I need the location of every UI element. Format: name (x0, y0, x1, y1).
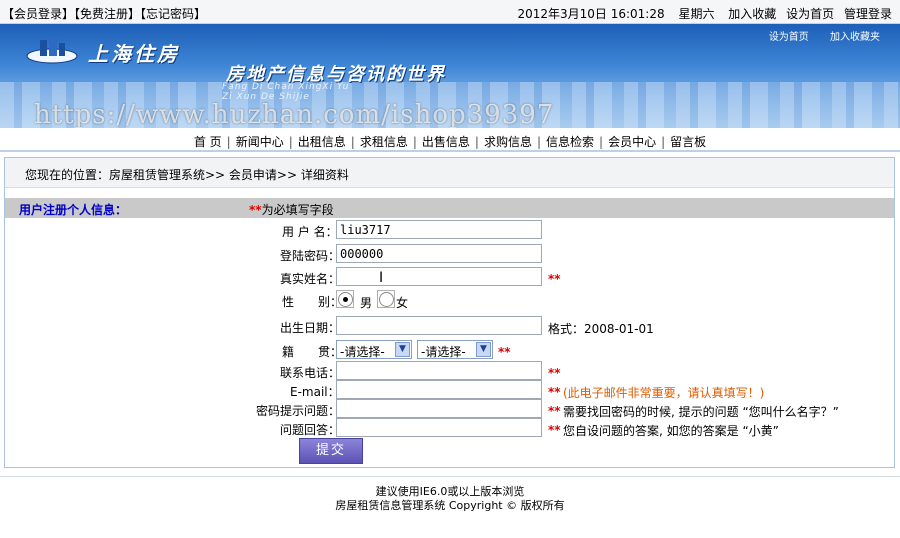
realname-label: 真实姓名： (280, 272, 341, 286)
email-label: E-mail： (290, 385, 340, 399)
watermark-text: https://www.huzhan.com/ishop39397 (34, 100, 555, 128)
nav-separator: | (536, 135, 542, 149)
nav-search[interactable]: 信息检索 (546, 135, 594, 149)
top-right: 2012年3月10日 16:01:28 星期六 加入收藏 设为首页 管理登录 (507, 5, 892, 22)
required-note: **为必填写字段 (249, 201, 334, 218)
text-cursor-icon: I (379, 270, 384, 286)
nav-seek-rent[interactable]: 求租信息 (360, 135, 408, 149)
building-logo-icon (26, 37, 78, 64)
password-row: 登陆密码： 000000 (5, 244, 894, 264)
email-row: E-mail： ** (此电子邮件非常重要，请认真填写！) (5, 380, 894, 400)
footer: 建议使用IE6.0或以上版本浏览 房屋租赁信息管理系统 Copyright © … (0, 476, 900, 512)
birthday-row: 出生日期： 格式：2008-01-01 (5, 316, 894, 336)
header-banner: 上海住房 设为首页 加入收藏夹 房地产信息与咨讯的世界 Fang Di Chan… (0, 24, 900, 128)
nav-separator: | (412, 135, 417, 149)
question-required: ** (548, 404, 561, 418)
top-bar: 【会员登录】【免费注册】【忘记密码】 2012年3月10日 16:01:28 星… (0, 0, 900, 24)
nav-seek-buy[interactable]: 求购信息 (484, 135, 532, 149)
submit-button[interactable]: 提交 (299, 438, 363, 464)
realname-required: ** (548, 272, 561, 286)
nav-news[interactable]: 新闻中心 (236, 135, 284, 149)
nav-separator: | (288, 135, 293, 149)
gender-male-label: 男 (360, 296, 373, 310)
datetime-text: 2012年3月10日 16:01:28 (517, 7, 665, 21)
footer-copyright: 房屋租赁信息管理系统 Copyright © 版权所有 (335, 499, 565, 512)
origin-label: 籍 贯： (282, 345, 343, 359)
gender-male-radio[interactable] (338, 292, 353, 307)
nav-home[interactable]: 首 页 (194, 135, 222, 149)
logo-name: 上海住房 (88, 42, 180, 66)
password-label: 登陆密码： (280, 249, 341, 263)
question-label: 密码提示问题： (256, 404, 341, 418)
breadcrumb-prefix: 您现在的位置： (25, 168, 110, 182)
section-title: 用户注册个人信息： (19, 203, 128, 217)
answer-label: 问题回答： (280, 423, 341, 437)
birthday-format-hint: 格式：2008-01-01 (548, 322, 654, 336)
nav-separator: | (661, 135, 666, 149)
chevron-down-icon: ▼ (476, 342, 491, 357)
required-mark: ** (249, 203, 262, 217)
breadcrumb: 您现在的位置： 房屋租赁管理系统>> 会员申请>> 详细资料 (5, 158, 894, 188)
question-input[interactable] (336, 399, 542, 418)
banner-add-fav-link[interactable]: 加入收藏夹 (830, 32, 880, 43)
gender-female-radio[interactable] (379, 292, 394, 307)
account-links: 【会员登录】【免费注册】【忘记密码】 (2, 5, 206, 22)
member-login-link[interactable]: 【会员登录】 (2, 7, 74, 21)
nav-member-center[interactable]: 会员中心 (608, 135, 656, 149)
nav-separator: | (474, 135, 479, 149)
set-homepage-link[interactable]: 设为首页 (786, 7, 834, 21)
add-favorite-link[interactable]: 加入收藏 (728, 7, 776, 21)
section-header: 用户注册个人信息： **为必填写字段 (5, 198, 894, 218)
question-row: 密码提示问题： ** 需要找回密码的时候, 提示的问题 “您叫什么名字？” (5, 399, 894, 419)
email-input[interactable] (336, 380, 542, 399)
phone-input[interactable] (336, 361, 542, 380)
gender-female-label: 女 (396, 296, 409, 310)
chevron-down-icon: ▼ (395, 342, 410, 357)
required-note-text: 为必填写字段 (261, 203, 334, 217)
city-selected-value: -请选择- (421, 345, 466, 359)
username-input[interactable]: liu3717 (336, 220, 542, 239)
email-required: ** (548, 385, 561, 399)
gender-label: 性 别： (282, 295, 343, 309)
footer-browser-note: 建议使用IE6.0或以上版本浏览 (375, 485, 525, 498)
weekday-text: 星期六 (678, 7, 715, 21)
realname-row: 真实姓名： I ** (5, 267, 894, 287)
main-nav: 首 页 | 新闻中心 | 出租信息 | 求租信息 | 出售信息 | 求购信息 | 信息检索 | 会员中心 | 留… (0, 128, 900, 152)
nav-rent-out[interactable]: 出租信息 (298, 135, 346, 149)
free-register-link[interactable]: 【免费注册】 (74, 7, 140, 21)
nav-separator: | (226, 135, 231, 149)
username-label: 用 户 名： (282, 225, 338, 239)
phone-row: 联系电话： ** (5, 361, 894, 381)
answer-hint: 您自设问题的答案, 如您的答案是 “小黄” (563, 424, 779, 438)
birthday-label: 出生日期： (280, 321, 341, 335)
realname-input[interactable] (336, 267, 542, 286)
answer-row: 问题回答： ** 您自设问题的答案, 如您的答案是 “小黄” (5, 418, 894, 438)
province-select[interactable]: -请选择- ▼ (336, 340, 412, 359)
registration-panel: 您现在的位置： 房屋租赁管理系统>> 会员申请>> 详细资料 用户注册个人信息：… (4, 157, 895, 468)
phone-required: ** (548, 366, 561, 380)
banner-pinyin-1: Fang Di Chan XingXi Yu (222, 82, 350, 92)
origin-row: 籍 贯： -请选择- ▼ -请选择- ▼ ** (5, 340, 894, 360)
breadcrumb-path: 房屋租赁管理系统>> 会员申请>> 详细资料 (109, 168, 349, 182)
site-logo: 上海住房 (26, 36, 236, 66)
banner-set-home-link[interactable]: 设为首页 (769, 32, 809, 43)
banner-tools: 设为首页 加入收藏夹 (751, 28, 880, 43)
admin-login-link[interactable]: 管理登录 (844, 7, 892, 21)
city-select[interactable]: -请选择- ▼ (417, 340, 493, 359)
answer-input[interactable] (336, 418, 542, 437)
province-selected-value: -请选择- (340, 345, 385, 359)
password-input[interactable]: 000000 (336, 244, 542, 263)
phone-label: 联系电话： (280, 366, 341, 380)
birthday-input[interactable] (336, 316, 542, 335)
nav-separator: | (350, 135, 355, 149)
forgot-password-link[interactable]: 【忘记密码】 (140, 7, 206, 21)
nav-separator: | (599, 135, 604, 149)
origin-required: ** (498, 345, 511, 359)
username-row: 用 户 名： liu3717 (5, 220, 894, 240)
nav-for-sale[interactable]: 出售信息 (422, 135, 470, 149)
answer-required: ** (548, 423, 561, 437)
gender-row: 性 别： 男 女 (5, 289, 894, 310)
nav-guestbook[interactable]: 留言板 (670, 135, 706, 149)
